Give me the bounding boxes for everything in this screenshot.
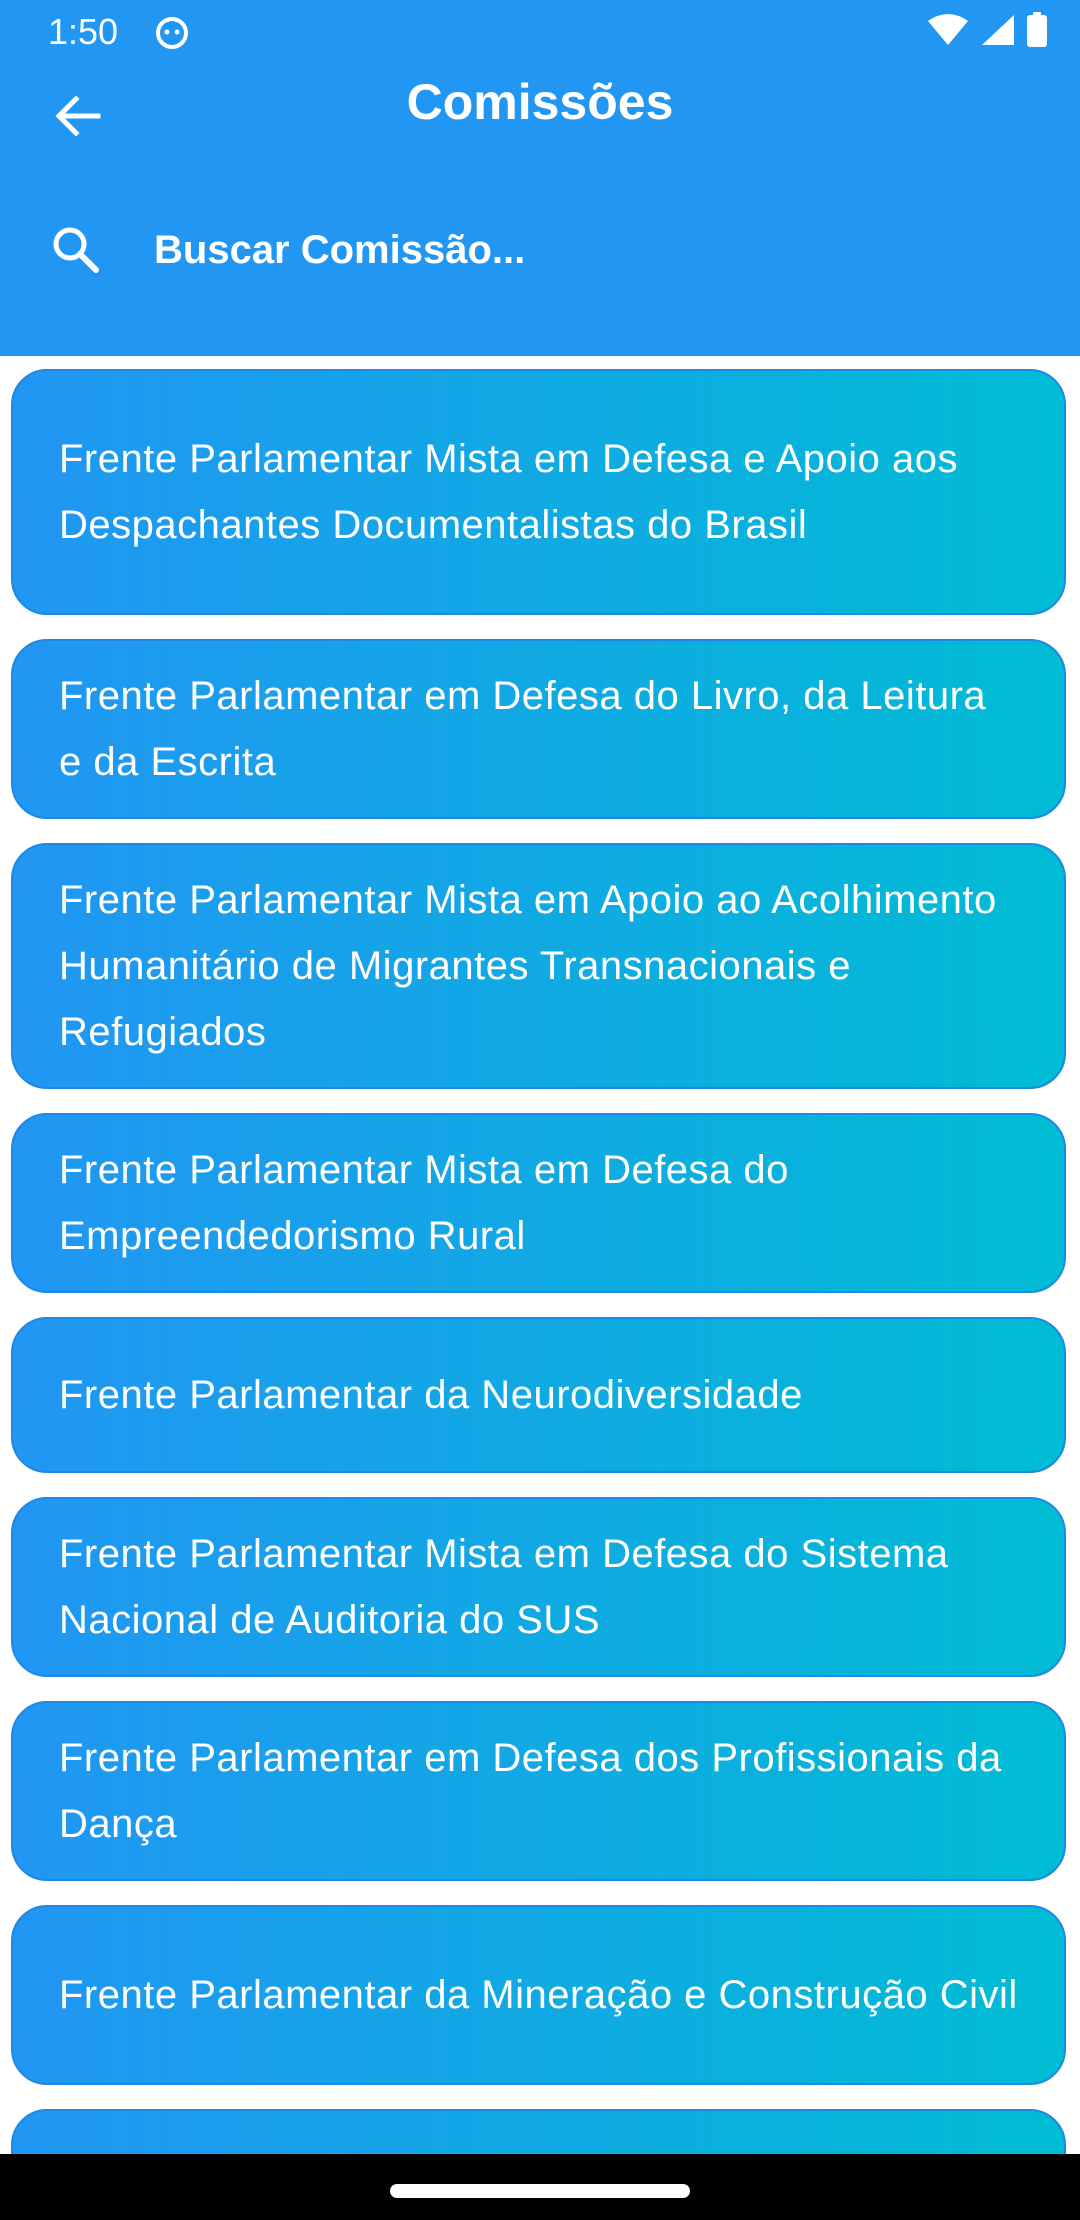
status-time: 1:50 <box>48 11 119 52</box>
commission-label: Frente Parlamentar Mista em Defesa do Em… <box>59 1148 789 1258</box>
home-gesture-handle[interactable] <box>390 2184 690 2198</box>
commission-label: Frente Parlamentar em Defesa do Livro, d… <box>59 674 987 784</box>
commission-label: Frente Parlamentar da Mineração e Constr… <box>59 1973 1018 2017</box>
commission-label: Frente Parlamentar Mista de Fiscalização <box>59 2137 817 2154</box>
commission-card[interactable]: Frente Parlamentar Mista em Defesa do Em… <box>11 1113 1066 1293</box>
commission-label: Frente Parlamentar Mista em Defesa do Si… <box>59 1532 949 1642</box>
commission-card[interactable]: Frente Parlamentar da Mineração e Constr… <box>11 1905 1066 2085</box>
search-icon <box>48 222 104 278</box>
commission-label: Frente Parlamentar em Defesa dos Profiss… <box>59 1736 1002 1846</box>
commission-card[interactable]: Frente Parlamentar em Defesa do Livro, d… <box>11 639 1066 819</box>
commission-card[interactable]: Frente Parlamentar Mista em Defesa do Si… <box>11 1497 1066 1677</box>
search-input[interactable] <box>154 220 1034 280</box>
commission-card[interactable]: Frente Parlamentar em Defesa dos Profiss… <box>11 1701 1066 1881</box>
wifi-icon <box>926 13 970 52</box>
commission-label: Frente Parlamentar Mista em Defesa e Apo… <box>59 437 958 547</box>
commission-card[interactable]: Frente Parlamentar Mista de Fiscalização <box>11 2109 1066 2154</box>
battery-icon <box>1026 11 1048 53</box>
commission-card[interactable]: Frente Parlamentar da Neurodiversidade <box>11 1317 1066 1473</box>
commission-list: Frente Parlamentar Mista em Defesa e Apo… <box>0 356 1080 2154</box>
commission-card[interactable]: Frente Parlamentar Mista em Defesa e Apo… <box>11 369 1066 615</box>
commission-card[interactable]: Frente Parlamentar Mista em Apoio ao Aco… <box>11 843 1066 1089</box>
status-icons <box>926 11 1048 53</box>
commission-label: Frente Parlamentar Mista em Apoio ao Aco… <box>59 878 997 1054</box>
page-title: Comissões <box>406 74 674 130</box>
app-notification-icon <box>154 14 190 50</box>
signal-icon <box>980 13 1016 52</box>
status-bar: 1:50 <box>0 0 1080 64</box>
app-header: 1:50 Comissões Buscar Comissão... <box>0 0 1080 356</box>
system-navigation-bar <box>0 2154 1080 2220</box>
screen: 1:50 Comissões Buscar Comissão... Frente… <box>0 0 1080 2220</box>
commission-label: Frente Parlamentar da Neurodiversidade <box>59 1373 803 1417</box>
search-bar <box>0 200 1080 300</box>
